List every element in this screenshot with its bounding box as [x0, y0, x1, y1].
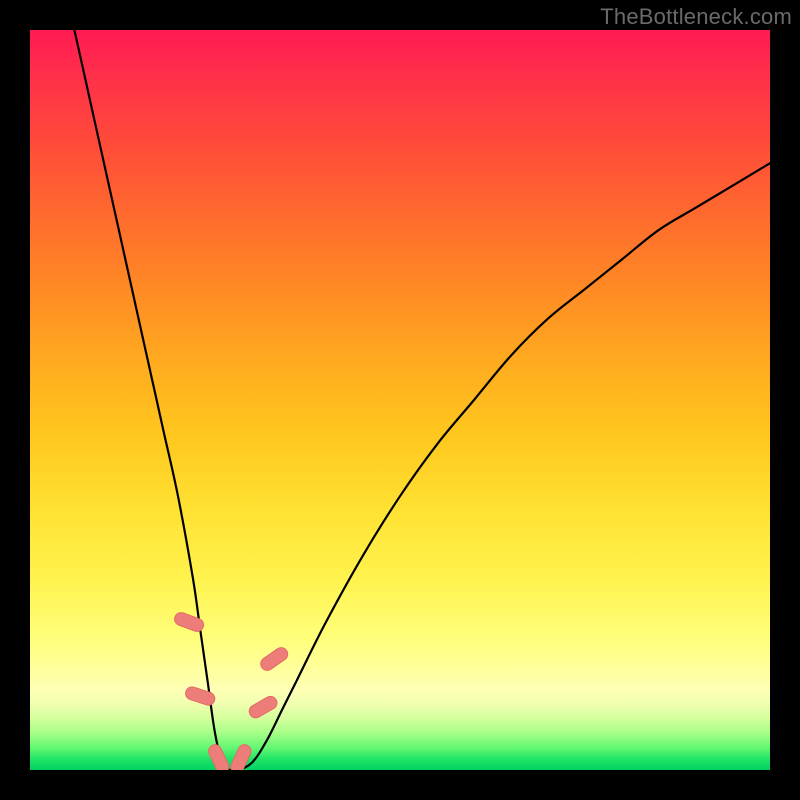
marker-group [173, 611, 290, 770]
curve-marker-1 [184, 685, 217, 707]
bottleneck-curve-svg [30, 30, 770, 770]
curve-marker-0 [173, 611, 206, 633]
curve-marker-5 [258, 645, 290, 673]
plot-area [30, 30, 770, 770]
curve-marker-4 [247, 694, 279, 720]
curve-marker-2 [206, 743, 230, 770]
watermark-text: TheBottleneck.com [600, 4, 792, 30]
chart-frame: TheBottleneck.com [0, 0, 800, 800]
bottleneck-curve-path [74, 30, 770, 770]
